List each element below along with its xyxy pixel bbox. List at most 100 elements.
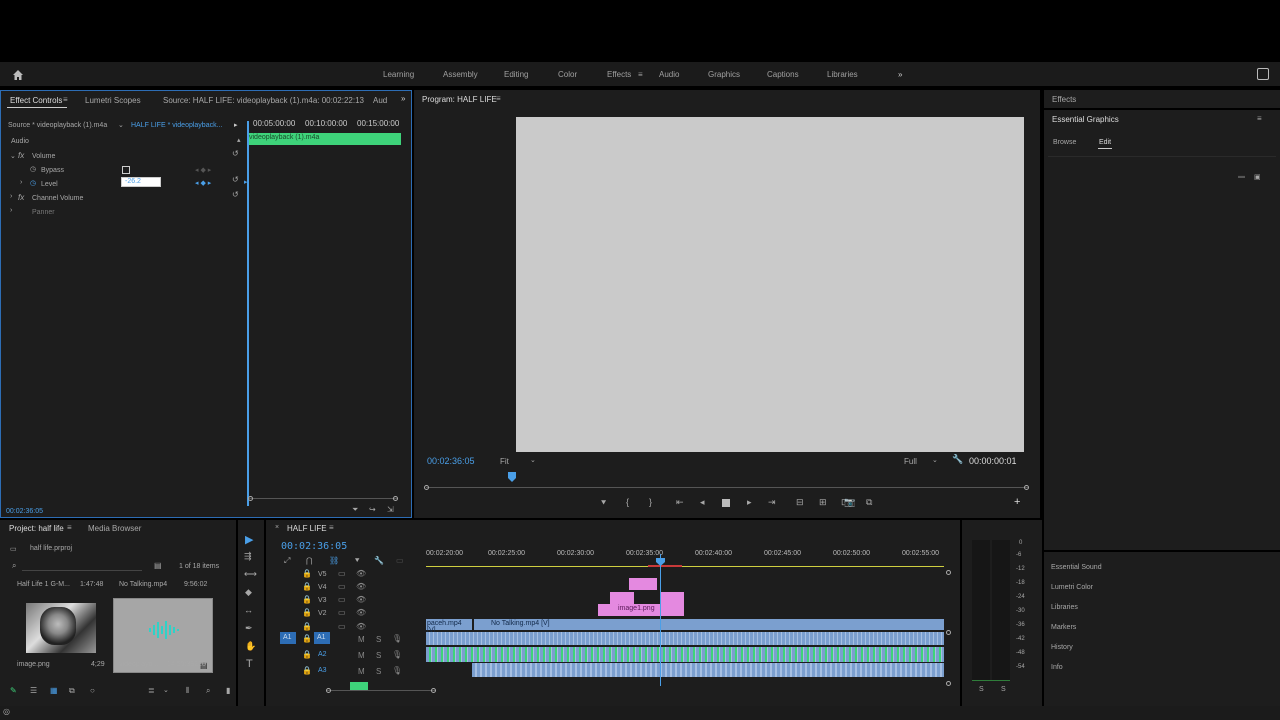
mute-button[interactable]: M xyxy=(358,667,365,676)
dropdown-icon[interactable]: ⌄ xyxy=(163,686,169,694)
workspace-audio[interactable]: Audio xyxy=(659,70,679,79)
libraries-item[interactable]: Libraries xyxy=(1051,604,1078,611)
bin-icon[interactable]: ▤ xyxy=(154,561,162,570)
expand-icon[interactable]: › xyxy=(10,207,12,214)
vertical-scroll-handle[interactable] xyxy=(946,570,951,575)
thumbnail-image[interactable] xyxy=(26,603,96,653)
tab-lumetri-scopes[interactable]: Lumetri Scopes xyxy=(85,96,141,105)
ripple-edit-tool-icon[interactable]: ⟷ xyxy=(244,569,257,580)
sync-icon[interactable]: ▭ xyxy=(338,569,346,578)
mark-out-icon[interactable]: } xyxy=(649,497,652,507)
reset-icon[interactable]: ↺ xyxy=(232,149,239,158)
stopwatch-icon[interactable]: ◷ xyxy=(30,179,36,187)
sort-icon[interactable]: ≣ xyxy=(148,686,155,695)
loop-icon[interactable]: ↪ xyxy=(369,505,376,514)
clip-v4-b[interactable] xyxy=(660,592,684,604)
add-marker-icon[interactable]: ⯆ xyxy=(354,556,360,566)
solo-button[interactable]: S xyxy=(376,667,381,676)
essential-graphics-title[interactable]: Essential Graphics xyxy=(1052,115,1119,124)
tab-source[interactable]: Source: HALF LIFE: videoplayback (1).m4a… xyxy=(163,96,364,105)
home-icon[interactable] xyxy=(12,68,24,80)
zoom-scrollbar[interactable] xyxy=(248,496,398,502)
workspace-libraries[interactable]: Libraries xyxy=(827,70,858,79)
mic-icon[interactable]: 🎙 xyxy=(392,666,402,675)
source-patch-a1[interactable]: A1 xyxy=(280,632,296,644)
eye-icon[interactable]: 👁 xyxy=(356,569,366,578)
play-only-icon[interactable]: ▸ xyxy=(234,121,238,129)
source-clip-label[interactable]: Source * videoplayback (1).m4a xyxy=(8,122,107,129)
tab-edit[interactable]: Edit xyxy=(1099,139,1111,146)
share-icon[interactable] xyxy=(1257,68,1269,80)
go-to-out-icon[interactable]: ⇥ xyxy=(768,497,776,508)
fit-dropdown[interactable]: Fit xyxy=(500,457,509,466)
clip-video-v1-a[interactable]: paceh.mp4 [V] xyxy=(426,619,472,634)
nest-icon[interactable]: ⤢ xyxy=(284,556,290,566)
lock-icon[interactable]: 🔒 xyxy=(302,634,312,643)
tab-effect-controls[interactable]: Effect Controls xyxy=(10,96,62,105)
reset-icon[interactable]: ↺ xyxy=(232,190,239,199)
find-icon[interactable]: ⌕ xyxy=(206,686,210,696)
mic-icon[interactable]: 🎙 xyxy=(392,650,402,659)
panel-menu-icon[interactable]: ≡ xyxy=(496,94,501,103)
pencil-icon[interactable]: ✎ xyxy=(10,686,17,695)
workspace-assembly[interactable]: Assembly xyxy=(443,70,478,79)
collapse-icon[interactable]: ▴ xyxy=(237,136,241,144)
lumetri-color-item[interactable]: Lumetri Color xyxy=(1051,584,1093,591)
new-item-icon[interactable]: ▮ xyxy=(226,686,230,695)
timeline-timecode[interactable]: 00:02:36:05 xyxy=(281,541,347,552)
work-area-bar[interactable] xyxy=(426,566,944,567)
clip-v5[interactable] xyxy=(629,578,657,590)
workspace-menu-icon[interactable]: ≡ xyxy=(638,70,643,79)
panel-menu-icon[interactable]: ≡ xyxy=(1257,114,1262,123)
add-marker-icon[interactable]: ⯆ xyxy=(600,498,607,509)
track-header-a1[interactable]: A1 xyxy=(314,632,330,644)
v1-header-icons[interactable]: 🔒 xyxy=(302,622,312,631)
snap-icon[interactable]: ⋂ xyxy=(306,556,313,565)
tab-media-browser[interactable]: Media Browser xyxy=(88,524,141,533)
bypass-checkbox[interactable] xyxy=(122,166,130,174)
workspace-learning[interactable]: Learning xyxy=(383,70,414,79)
quality-dropdown[interactable]: Full xyxy=(904,457,917,466)
program-playhead[interactable] xyxy=(508,472,516,482)
workspace-captions[interactable]: Captions xyxy=(767,70,799,79)
tab-project[interactable]: Project: half life xyxy=(9,524,64,533)
new-folder-icon[interactable]: ▬ xyxy=(1238,173,1245,180)
slip-tool-icon[interactable]: ↔ xyxy=(244,605,253,615)
sequence-tab[interactable]: HALF LIFE xyxy=(287,524,327,533)
panel-menu-icon[interactable]: ≡ xyxy=(329,523,334,532)
expand-icon[interactable]: › xyxy=(10,193,12,200)
eye-icon[interactable]: 👁 xyxy=(356,608,366,617)
video-frame[interactable] xyxy=(516,117,1024,452)
automate-icon[interactable]: ⫴ xyxy=(186,686,189,696)
solo-left-button[interactable]: S xyxy=(979,686,984,693)
reset-icon[interactable]: ↺ xyxy=(232,175,239,184)
expand-icon[interactable]: › xyxy=(20,179,22,186)
filter-icon[interactable]: ⏷ xyxy=(352,505,358,515)
track-select-tool-icon[interactable]: ⇶ xyxy=(244,551,252,562)
clip-bar[interactable]: videoplayback (1).m4a xyxy=(247,133,401,145)
lock-icon[interactable]: 🔒 xyxy=(302,608,312,617)
stopwatch-icon[interactable]: ◷ xyxy=(30,165,36,173)
lock-icon[interactable]: 🔒 xyxy=(302,650,312,659)
mark-in-icon[interactable]: { xyxy=(626,497,629,507)
history-item[interactable]: History xyxy=(1051,644,1073,651)
tab-audio[interactable]: Aud xyxy=(373,96,387,105)
lock-icon[interactable]: 🔒 xyxy=(302,569,312,578)
program-scrubber[interactable] xyxy=(424,485,1029,491)
audio-clip-a3[interactable] xyxy=(472,663,944,677)
vertical-scroll-handle[interactable] xyxy=(946,630,951,635)
zoom-slider-knob[interactable]: ○ xyxy=(90,686,95,695)
eye-icon[interactable]: 👁 xyxy=(356,595,366,604)
level-input[interactable]: -26.2 xyxy=(121,177,161,187)
clip-v4-a[interactable] xyxy=(610,592,634,604)
export-icon[interactable]: ⇲ xyxy=(387,505,394,514)
solo-button[interactable]: S xyxy=(376,635,381,644)
linked-selection-icon[interactable]: ⛓ xyxy=(329,556,339,565)
wrench-icon[interactable]: 🔧 xyxy=(952,454,963,465)
audio-clip-a2[interactable] xyxy=(426,647,944,662)
dropdown-icon[interactable]: ⌄ xyxy=(118,121,124,129)
new-layer-icon[interactable]: ▣ xyxy=(1254,173,1261,181)
program-timecode[interactable]: 00:02:36:05 xyxy=(427,456,475,466)
more-tabs-icon[interactable]: » xyxy=(401,94,405,103)
selection-tool-icon[interactable]: ▶ xyxy=(245,533,253,546)
